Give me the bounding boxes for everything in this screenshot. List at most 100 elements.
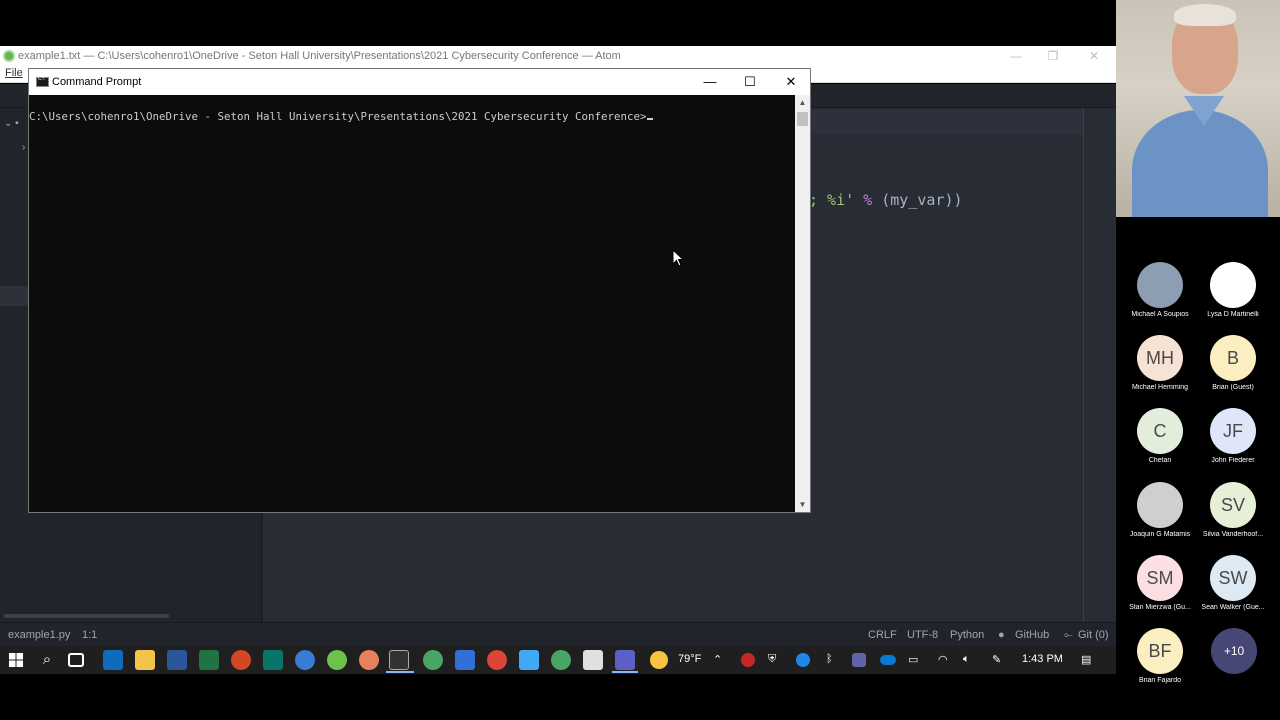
participant-tile[interactable]: B Brian (Guest)	[1196, 335, 1270, 401]
atom-taskbar-icon[interactable]	[423, 650, 443, 670]
status-file-name[interactable]: example1.py	[8, 629, 70, 641]
avatar	[1137, 262, 1183, 308]
status-github[interactable]: GitHub	[1015, 629, 1049, 641]
clock-time[interactable]: 1:43 PM	[1022, 653, 1063, 665]
windows-taskbar: ⌕ 79°F ⌃ ⛨ ᛒ ▭ ◠ 🔈︎ ✎ 1:43 PM ▤	[0, 646, 1116, 674]
participant-tile[interactable]: SV Silvia Vanderhoof...	[1196, 482, 1270, 548]
tree-folder-chevron-icon[interactable]: ›	[22, 142, 25, 153]
more-participants-button[interactable]: +10	[1211, 628, 1257, 674]
outlook-icon[interactable]	[103, 650, 123, 670]
powerpoint-icon[interactable]	[231, 650, 251, 670]
wifi-icon[interactable]: ◠	[938, 653, 948, 666]
status-line-ending[interactable]: CRLF	[868, 629, 897, 641]
status-grammar[interactable]: Python	[950, 629, 984, 641]
document-icon[interactable]	[583, 650, 603, 670]
avatar: C	[1137, 408, 1183, 454]
excel-icon[interactable]	[199, 650, 219, 670]
screen-share: example1.txt — C:\Users\cohenro1\OneDriv…	[0, 0, 1116, 720]
cmd-console[interactable]: C:\Users\cohenro1\OneDrive - Seton Hall …	[29, 95, 795, 512]
word-icon[interactable]	[167, 650, 187, 670]
atom-restore-button[interactable]: ❐	[1038, 48, 1068, 64]
volume-icon[interactable]: 🔈︎	[963, 653, 970, 666]
notifications-icon[interactable]: ▤	[1081, 653, 1091, 666]
teams-icon[interactable]	[615, 650, 635, 670]
participant-name: Silvia Vanderhoof...	[1202, 531, 1264, 538]
scroll-down-icon[interactable]: ▼	[795, 497, 810, 512]
speaker-video[interactable]	[1116, 0, 1280, 217]
participant-tile[interactable]: SW Sean Walker (Gue...	[1196, 555, 1270, 621]
participant-tile[interactable]: Michael A Soupios	[1123, 262, 1197, 328]
status-cursor-position[interactable]: 1:1	[82, 629, 97, 641]
terminal-icon	[36, 76, 49, 87]
atom-logo-icon	[3, 50, 15, 62]
pen-icon[interactable]: ✎	[992, 653, 1001, 666]
status-encoding[interactable]: UTF-8	[907, 629, 938, 641]
tree-horizontal-scrollbar[interactable]	[4, 614, 169, 618]
task-view-icon[interactable]	[68, 653, 84, 667]
participant-name: Brian (Guest)	[1212, 384, 1254, 391]
speaker-hair	[1174, 4, 1236, 26]
battery-icon[interactable]: ▭	[908, 653, 918, 666]
git-branch-icon[interactable]: ⟜	[1064, 629, 1073, 642]
file-explorer-icon[interactable]	[135, 650, 155, 670]
cmd-prompt: C:\Users\cohenro1\OneDrive - Seton Hall …	[29, 110, 647, 123]
participant-name: Michael A Soupios	[1131, 311, 1189, 318]
onedrive-icon[interactable]	[880, 655, 896, 665]
notepad-icon[interactable]	[519, 650, 539, 670]
participant-tile[interactable]: Lysa D Martinelli	[1196, 262, 1270, 328]
weather-icon[interactable]	[650, 651, 668, 669]
menu-file[interactable]: File	[5, 67, 23, 79]
network-app-icon[interactable]	[796, 653, 810, 667]
participant-name: John Fiederer	[1211, 457, 1255, 464]
cmd-close-button[interactable]: ✕	[771, 69, 811, 95]
atom-status-bar: example1.py 1:1 CRLF UTF-8 Python ● GitH…	[0, 622, 1116, 646]
participant-name: Joaquin G Matamis	[1129, 531, 1191, 538]
chrome-icon[interactable]	[487, 650, 507, 670]
cmd-titlebar[interactable]: Command Prompt — ☐ ✕	[29, 69, 810, 95]
avatar	[1137, 482, 1183, 528]
code-operator: %	[854, 191, 882, 209]
atom-titlebar: example1.txt — C:\Users\cohenro1\OneDriv…	[0, 46, 1116, 66]
security-tray-icon[interactable]	[741, 653, 755, 667]
status-git[interactable]: Git (0)	[1078, 629, 1109, 641]
publisher-icon[interactable]	[263, 650, 283, 670]
windows-start-icon[interactable]	[6, 650, 26, 670]
shield-icon[interactable]: ⛨	[768, 653, 776, 666]
avatar: SW	[1210, 555, 1256, 601]
mail-icon[interactable]	[455, 650, 475, 670]
code-line: ; %i' % (my_var))	[809, 191, 963, 209]
command-prompt-taskbar-icon[interactable]	[389, 650, 409, 670]
avatar: B	[1210, 335, 1256, 381]
teams-tray-icon[interactable]	[852, 653, 866, 667]
cmd-maximize-button[interactable]: ☐	[730, 69, 770, 95]
command-prompt-window[interactable]: Command Prompt — ☐ ✕ C:\Users\cohenro1\O…	[28, 68, 811, 513]
participant-tile[interactable]: Joaquin G Matamis	[1123, 482, 1197, 548]
app-icon[interactable]	[295, 650, 315, 670]
avatar: JF	[1210, 408, 1256, 454]
participant-tile[interactable]: JF John Fiederer	[1196, 408, 1270, 474]
bluetooth-icon[interactable]: ᛒ	[826, 653, 833, 665]
scroll-thumb[interactable]	[797, 112, 808, 126]
code-string: ; %i'	[809, 191, 855, 209]
avatar	[1210, 262, 1256, 308]
tree-root-chevron-icon[interactable]: ⌄ ▪	[4, 118, 19, 129]
participant-tile[interactable]: BF Brian Fajardo	[1123, 628, 1197, 694]
orange-app-icon[interactable]	[359, 650, 379, 670]
search-icon[interactable]: ⌕	[37, 650, 57, 670]
cmd-minimize-button[interactable]: —	[690, 69, 730, 95]
atom-icon-2[interactable]	[551, 650, 571, 670]
atom-minimize-button[interactable]: —	[1001, 48, 1031, 64]
participant-tile[interactable]: C Chetan	[1123, 408, 1197, 474]
github-icon[interactable]: ●	[998, 629, 1005, 641]
atom-close-button[interactable]: ✕	[1079, 48, 1109, 64]
chevron-up-icon[interactable]: ⌃	[713, 653, 722, 666]
weather-temperature[interactable]: 79°F	[678, 653, 701, 665]
scroll-up-icon[interactable]: ▲	[795, 95, 810, 110]
green-app-icon[interactable]	[327, 650, 347, 670]
participant-tile[interactable]: SM Stan Mierzwa (Gu...	[1123, 555, 1197, 621]
code-args: (my_var))	[881, 191, 963, 209]
active-app-indicator	[386, 671, 414, 673]
text-cursor	[646, 118, 653, 120]
participant-tile[interactable]: MH Michael Hemming	[1123, 335, 1197, 401]
cmd-scrollbar[interactable]: ▲ ▼	[795, 95, 810, 512]
